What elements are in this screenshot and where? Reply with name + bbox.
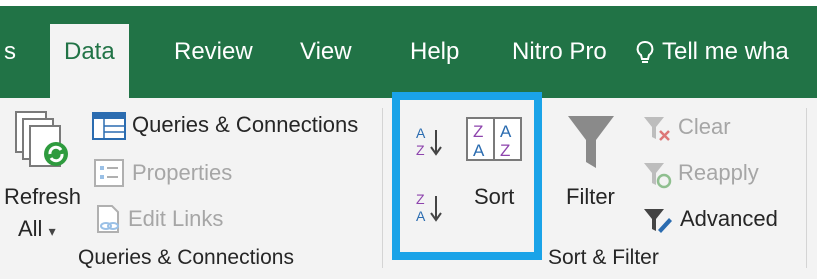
queries-connections-label: Queries & Connections — [132, 112, 359, 137]
sort-highlight-box — [392, 92, 542, 260]
ribbon-tab-bar: s Data Review View Help Nitro Pro Tell m… — [0, 6, 817, 98]
filter-label: Filter — [566, 184, 615, 209]
clear-filter-icon — [644, 117, 670, 141]
properties-label: Properties — [132, 160, 233, 185]
reapply-label: Reapply — [678, 160, 759, 185]
refresh-label-top: Refresh — [4, 184, 82, 209]
funnel-icon — [568, 116, 614, 168]
lightbulb-icon — [636, 40, 654, 63]
tell-me-label: Tell me wha — [662, 38, 789, 65]
group-label-sort-filter: Sort & Filter — [548, 246, 659, 270]
group-label-queries: Queries & Connections — [78, 246, 294, 269]
refresh-label-bottom: All ▾ — [18, 216, 56, 241]
tab-review[interactable]: Review — [174, 6, 253, 98]
reapply-icon — [644, 163, 672, 189]
edit-links-label: Edit Links — [128, 206, 224, 231]
tab-nitro-pro[interactable]: Nitro Pro — [512, 6, 607, 98]
tab-view[interactable]: View — [300, 6, 352, 98]
edit-links-icon — [97, 205, 119, 233]
clear-label: Clear — [678, 114, 731, 139]
properties-icon — [94, 159, 124, 187]
refresh-icon — [15, 111, 68, 167]
advanced-label: Advanced — [680, 206, 778, 231]
group-separator-right — [806, 108, 807, 268]
tell-me-box[interactable]: Tell me wha — [636, 6, 789, 98]
advanced-filter-icon — [644, 209, 672, 233]
tab-partial[interactable]: s — [4, 6, 16, 98]
dropdown-arrow-icon: ▾ — [48, 223, 56, 239]
queries-icon — [92, 112, 126, 140]
group-separator — [382, 108, 383, 268]
tab-help[interactable]: Help — [410, 6, 459, 98]
tab-data[interactable]: Data — [50, 24, 129, 98]
